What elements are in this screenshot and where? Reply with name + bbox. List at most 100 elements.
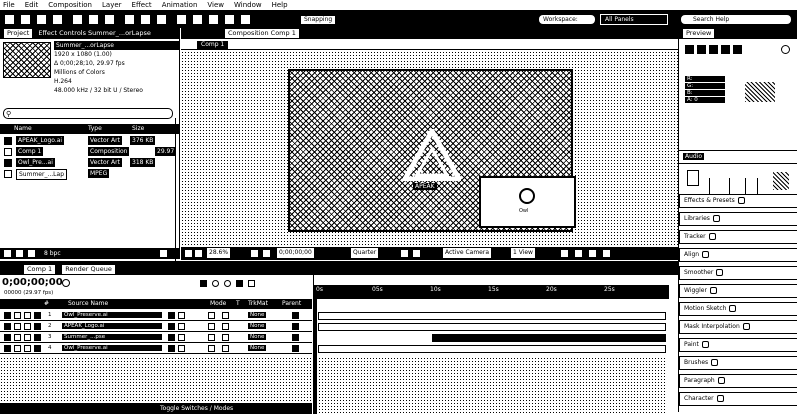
composition-viewer[interactable]: APEAK Owl <box>181 51 678 247</box>
section-wiggler[interactable]: Wiggler <box>679 284 797 298</box>
camera-tool-icon[interactable] <box>88 14 99 25</box>
parent-pickwhip-icon[interactable] <box>292 334 299 341</box>
switch-icon[interactable] <box>178 334 185 341</box>
section-mask-interpolation[interactable]: Mask Interpolation <box>679 320 797 334</box>
parent-pickwhip-icon[interactable] <box>292 345 299 352</box>
hand-tool-icon[interactable] <box>36 14 47 25</box>
zoom-select[interactable]: 28.6% <box>207 248 231 258</box>
col-source-name[interactable]: Source Name <box>68 299 108 309</box>
tab-preview[interactable]: Preview <box>682 28 716 39</box>
tab-render-queue[interactable]: Render Queue <box>61 264 116 275</box>
audio-icon[interactable] <box>14 312 21 319</box>
audio-icon[interactable] <box>14 334 21 341</box>
home-icon[interactable] <box>4 14 15 25</box>
prev-frame-icon[interactable] <box>697 45 706 54</box>
layer-name[interactable]: Owl_Preserve.ai <box>62 312 162 318</box>
panel-menu-icon[interactable] <box>717 377 725 384</box>
section-paint[interactable]: Paint <box>679 338 797 352</box>
section-motion-sketch[interactable]: Motion Sketch <box>679 302 797 316</box>
workspace-select[interactable]: All Panels <box>600 14 668 25</box>
col-parent[interactable]: Parent <box>282 299 301 309</box>
menu-view[interactable]: View <box>207 1 224 9</box>
layer-name[interactable]: Summer_...pse <box>62 334 162 340</box>
section-align[interactable]: Align <box>679 248 797 262</box>
fast-previews-icon[interactable] <box>561 250 568 257</box>
visibility-icon[interactable] <box>4 323 11 330</box>
switch-icon[interactable] <box>222 323 229 330</box>
switch-icon[interactable] <box>208 334 215 341</box>
shy-icon[interactable] <box>212 280 219 287</box>
resolution-select[interactable]: Quarter <box>351 248 379 258</box>
type-tool-icon[interactable] <box>156 14 167 25</box>
search-help-input[interactable]: Search Help <box>680 14 792 25</box>
section-character[interactable]: Character <box>679 392 797 406</box>
draft-3d-icon[interactable] <box>200 280 207 287</box>
table-row[interactable]: 4 Owl_Preserve.ai None <box>0 344 312 354</box>
toggle-switches-modes-button[interactable]: Toggle Switches / Modes <box>160 403 233 414</box>
panel-menu-icon[interactable] <box>709 287 717 294</box>
time-ruler[interactable]: 0s 05s 10s 15s 20s 25s <box>314 285 669 299</box>
menu-layer[interactable]: Layer <box>102 1 122 9</box>
parent-select[interactable]: None <box>248 323 267 329</box>
menu-help[interactable]: Help <box>272 1 288 9</box>
panel-menu-icon[interactable] <box>742 323 750 330</box>
new-comp-icon[interactable] <box>28 250 35 257</box>
brush-tool-icon[interactable] <box>176 14 187 25</box>
parent-select[interactable]: None <box>248 334 267 340</box>
solo-icon[interactable] <box>24 323 31 330</box>
list-item[interactable]: Comp 1 Composition 29.97 <box>0 147 180 158</box>
camera-select[interactable]: Active Camera <box>443 248 492 258</box>
switch-icon[interactable] <box>168 312 175 319</box>
panel-menu-icon[interactable] <box>737 197 745 204</box>
switch-icon[interactable] <box>168 323 175 330</box>
layer-bar-1[interactable] <box>318 312 666 320</box>
section-smoother[interactable]: Smoother <box>679 266 797 280</box>
list-item[interactable]: APEAK_Logo.ai Vector Art 376 KB <box>0 136 180 147</box>
graph-editor-icon[interactable] <box>248 280 255 287</box>
snapping-toggle[interactable]: Snapping <box>300 15 337 25</box>
list-item[interactable]: Summer_...Lap MPEG <box>0 169 180 180</box>
section-paragraph[interactable]: Paragraph <box>679 374 797 388</box>
section-effects-presets[interactable]: Effects & Presets <box>679 194 797 208</box>
list-item[interactable]: Owl_Pre...ai Vector Art 318 KB <box>0 158 180 169</box>
tab-comp-1[interactable]: Comp 1 <box>197 41 229 49</box>
col-size[interactable]: Size <box>132 124 144 134</box>
parent-select[interactable]: None <box>248 345 267 351</box>
audio-panel-header[interactable]: Audio <box>679 150 797 164</box>
table-row[interactable]: 3 Summer_...pse None <box>0 333 312 343</box>
parent-select[interactable]: None <box>248 312 267 318</box>
timeline-tracks[interactable]: 0s 05s 10s 15s 20s 25s <box>313 275 669 414</box>
panel-menu-icon[interactable] <box>701 341 709 348</box>
next-frame-icon[interactable] <box>721 45 730 54</box>
solo-icon[interactable] <box>24 334 31 341</box>
solo-icon[interactable] <box>24 345 31 352</box>
snapshot-icon[interactable] <box>263 250 270 257</box>
col-mode[interactable]: Mode <box>210 299 226 309</box>
lock-icon[interactable] <box>34 312 41 319</box>
frame-blend-icon[interactable] <box>224 280 231 287</box>
3d-view-icon[interactable] <box>195 250 202 257</box>
visibility-icon[interactable] <box>4 345 11 352</box>
switch-icon[interactable] <box>168 334 175 341</box>
tab-effect-controls[interactable]: Effect Controls Summer_...orLapse <box>38 29 151 37</box>
tab-composition[interactable]: Composition Comp 1 <box>224 28 300 39</box>
layer-name[interactable]: Owl_Preserve.ai <box>62 345 162 351</box>
col-name[interactable]: Name <box>14 124 32 134</box>
menu-effect[interactable]: Effect <box>132 1 152 9</box>
roto-tool-icon[interactable] <box>224 14 235 25</box>
switch-icon[interactable] <box>208 323 215 330</box>
timeline-icon[interactable] <box>575 250 582 257</box>
flowchart-icon[interactable] <box>589 250 596 257</box>
mask-tool-icon[interactable] <box>124 14 135 25</box>
panel-menu-icon[interactable] <box>708 233 716 240</box>
switch-icon[interactable] <box>208 345 215 352</box>
project-search-input[interactable]: ⚲ <box>3 108 173 119</box>
pen-tool-icon[interactable] <box>140 14 151 25</box>
eraser-tool-icon[interactable] <box>208 14 219 25</box>
col-type[interactable]: Type <box>88 124 102 134</box>
lock-icon[interactable] <box>34 323 41 330</box>
exposure-icon[interactable] <box>603 250 610 257</box>
table-row[interactable]: 1 Owl_Preserve.ai None <box>0 311 312 321</box>
lock-icon[interactable] <box>34 334 41 341</box>
grid-icon[interactable] <box>251 250 258 257</box>
